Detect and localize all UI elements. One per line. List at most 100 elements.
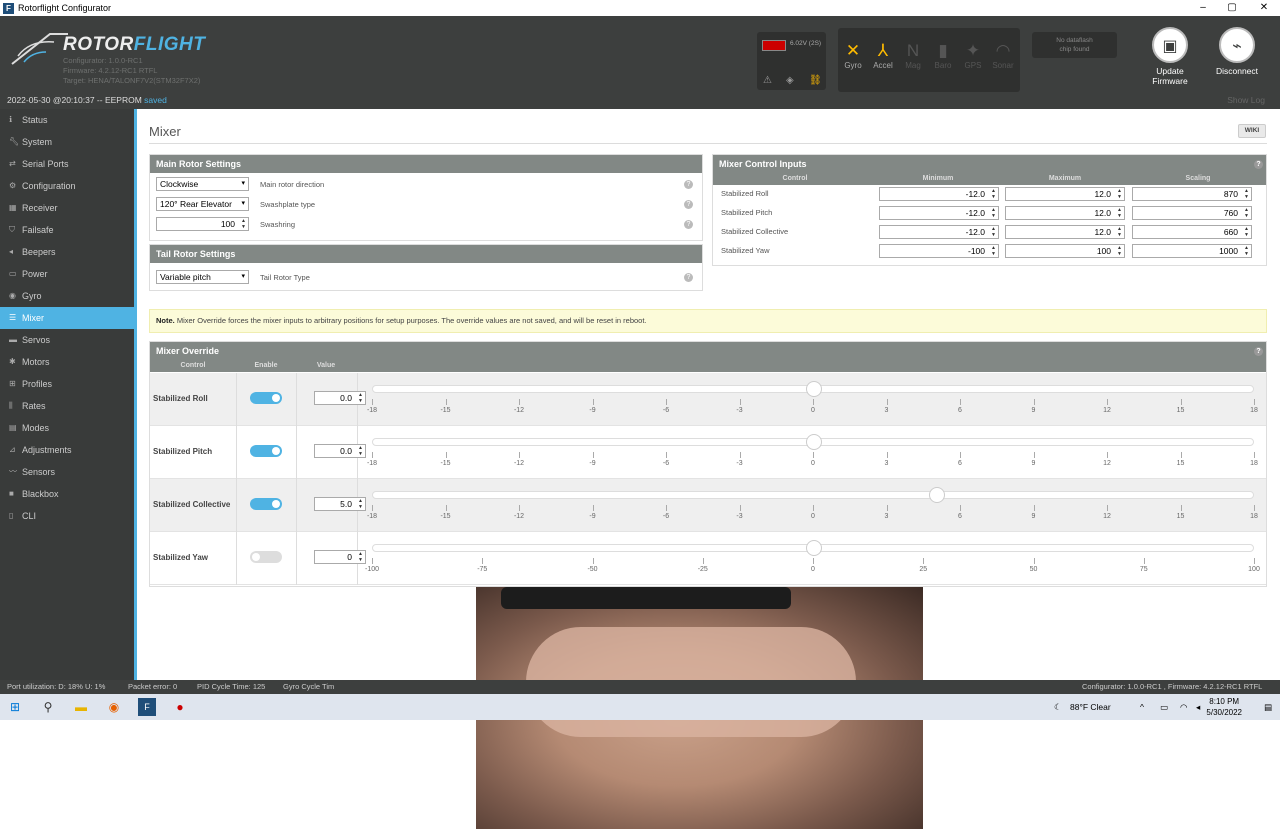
- override-value-input[interactable]: 0 ▲ ▼: [314, 550, 366, 564]
- max-input[interactable]: 12.0 ▲ ▼: [1005, 187, 1125, 201]
- rotorflight-app-icon[interactable]: F: [138, 698, 156, 716]
- slider-thumb[interactable]: [806, 540, 822, 556]
- wiki-button[interactable]: WIKI: [1238, 124, 1266, 138]
- slider-thumb[interactable]: [928, 487, 945, 503]
- rotor-direction-select[interactable]: Clockwise ▾: [156, 177, 249, 191]
- slider-tick-label: 75: [1139, 566, 1148, 573]
- gyro-icon: ◉: [9, 291, 16, 300]
- scaling-input[interactable]: 760 ▲ ▼: [1132, 206, 1252, 220]
- override-slider[interactable]: [372, 540, 1254, 556]
- sidebar-item-beepers[interactable]: ◂ Beepers: [0, 241, 134, 263]
- sidebar-item-blackbox[interactable]: ■ Blackbox: [0, 483, 134, 505]
- sidebar-item-serial-ports[interactable]: ⇄ Serial Ports: [0, 153, 134, 175]
- override-enable-toggle[interactable]: [250, 392, 282, 404]
- file-explorer-icon[interactable]: ▬: [72, 698, 90, 716]
- min-input[interactable]: -100 ▲ ▼: [879, 244, 999, 258]
- main-rotor-title: Main Rotor Settings: [150, 155, 702, 173]
- scaling-input[interactable]: 870 ▲ ▼: [1132, 187, 1252, 201]
- min-input[interactable]: -12.0 ▲ ▼: [879, 206, 999, 220]
- update-firmware-button[interactable]: ▣ Update Firmware: [1140, 27, 1200, 86]
- scaling-input[interactable]: 660 ▲ ▼: [1132, 225, 1252, 239]
- slider-tick-label: 6: [958, 513, 962, 520]
- wifi-icon[interactable]: ◠: [1180, 702, 1187, 713]
- sidebar-item-cli[interactable]: ▯ CLI: [0, 505, 134, 527]
- search-icon[interactable]: ⚲: [39, 698, 57, 716]
- help-icon[interactable]: ?: [684, 180, 693, 189]
- clock[interactable]: 8:10 PM 5/30/2022: [1206, 696, 1242, 718]
- spinner-icon: ▲ ▼: [241, 218, 246, 230]
- sidebar-item-power[interactable]: ▭ Power: [0, 263, 134, 285]
- max-input[interactable]: 12.0 ▲ ▼: [1005, 206, 1125, 220]
- system-tray: ☾ 88°F Clear ^ ▭ ◠ ◂ 8:10 PM 5/30/2022 ▤: [1040, 694, 1280, 720]
- sidebar-item-failsafe[interactable]: ⛉ Failsafe: [0, 219, 134, 241]
- sidebar-item-configuration[interactable]: ⚙ Configuration: [0, 175, 134, 197]
- sidebar-item-receiver[interactable]: ▦ Receiver: [0, 197, 134, 219]
- min-input[interactable]: -12.0 ▲ ▼: [879, 225, 999, 239]
- tray-chevron-icon[interactable]: ^: [1140, 702, 1144, 712]
- sidebar-item-sensors[interactable]: 〰 Sensors: [0, 461, 134, 483]
- scaling-input[interactable]: 1000 ▲ ▼: [1132, 244, 1252, 258]
- swashring-input[interactable]: 100 ▲ ▼: [156, 217, 249, 231]
- slider-tick-label: 18: [1250, 513, 1258, 520]
- swashplate-type-select[interactable]: 120° Rear Elevator ▾: [156, 197, 249, 211]
- sidebar-item-mixer[interactable]: ☰ Mixer: [0, 307, 134, 329]
- help-icon[interactable]: ?: [1254, 347, 1263, 356]
- sidebar-item-rates[interactable]: ⫼ Rates: [0, 395, 134, 417]
- slider-tick-label: -15: [440, 513, 451, 520]
- firefox-icon[interactable]: ◉: [105, 698, 123, 716]
- sidebar-item-profiles[interactable]: ⊞ Profiles: [0, 373, 134, 395]
- minimize-button[interactable]: –: [1187, 0, 1219, 16]
- slider-tick: [592, 558, 594, 564]
- help-icon[interactable]: ?: [684, 200, 693, 209]
- slider-tick-label: -9: [589, 460, 596, 467]
- override-enable-toggle[interactable]: [250, 498, 282, 510]
- volume-icon[interactable]: ◂: [1196, 702, 1200, 713]
- page-title: Mixer: [149, 124, 181, 139]
- sidebar-item-motors[interactable]: ✱ Motors: [0, 351, 134, 373]
- sidebar-item-adjustments[interactable]: ⊿ Adjustments: [0, 439, 134, 461]
- sidebar-item-modes[interactable]: ▤ Modes: [0, 417, 134, 439]
- slider-tick: [445, 452, 447, 458]
- override-slider[interactable]: [372, 487, 1254, 503]
- sidebar-item-system[interactable]: 🔧︎ System: [0, 131, 134, 153]
- show-log-link[interactable]: Show Log: [1227, 92, 1265, 109]
- bottom-status-bar: Port utilization: D: 18% U: 1% Packet er…: [0, 680, 1280, 694]
- slider-tick-label: 15: [1176, 460, 1185, 467]
- help-icon[interactable]: ?: [684, 273, 693, 282]
- override-value-input[interactable]: 0.0 ▲ ▼: [314, 391, 366, 405]
- swashring-label: Swashring: [260, 219, 296, 229]
- maximize-button[interactable]: ▢: [1216, 0, 1248, 16]
- override-slider[interactable]: [372, 381, 1254, 397]
- app-icon[interactable]: ●: [171, 698, 189, 716]
- disconnect-button[interactable]: ⌁ Disconnect: [1207, 27, 1267, 76]
- override-enable-toggle[interactable]: [250, 445, 282, 457]
- override-slider[interactable]: [372, 434, 1254, 450]
- max-input[interactable]: 12.0 ▲ ▼: [1005, 225, 1125, 239]
- control-inputs-panel: Mixer Control Inputs? Control Minimum Ma…: [712, 154, 1267, 266]
- slider-tick-label: -15: [440, 407, 451, 414]
- override-value-input[interactable]: 0.0 ▲ ▼: [314, 444, 366, 458]
- gyro-cycle-time: Gyro Cycle Tim: [283, 682, 335, 691]
- help-icon[interactable]: ?: [684, 220, 693, 229]
- notifications-icon[interactable]: ▤: [1264, 702, 1272, 713]
- slider-tick: [1033, 452, 1035, 458]
- tail-rotor-type-select[interactable]: Variable pitch ▾: [156, 270, 249, 284]
- sidebar-item-servos[interactable]: ▬ Servos: [0, 329, 134, 351]
- windows-start-icon[interactable]: ⊞: [6, 698, 24, 716]
- min-input[interactable]: -12.0 ▲ ▼: [879, 187, 999, 201]
- weather-icon[interactable]: ☾: [1054, 702, 1062, 713]
- battery-tray-icon[interactable]: ▭: [1160, 702, 1168, 713]
- override-enable-toggle[interactable]: [250, 551, 282, 563]
- slider-thumb[interactable]: [806, 434, 822, 450]
- max-input[interactable]: 100 ▲ ▼: [1005, 244, 1125, 258]
- weather-status[interactable]: 88°F Clear: [1070, 702, 1111, 712]
- slider-thumb[interactable]: [806, 381, 822, 397]
- help-icon[interactable]: ?: [1254, 160, 1263, 169]
- override-value-input[interactable]: 5.0 ▲ ▼: [314, 497, 366, 511]
- slider-tick-label: 3: [884, 460, 889, 467]
- eeprom-status-bar: 2022-05-30 @20:10:37 -- EEPROM saved Sho…: [0, 92, 1280, 109]
- close-button[interactable]: ✕: [1248, 0, 1280, 16]
- sidebar-item-gyro[interactable]: ◉ Gyro: [0, 285, 134, 307]
- sidebar-item-status[interactable]: ℹ Status: [0, 109, 134, 131]
- slider-tick: [519, 452, 520, 458]
